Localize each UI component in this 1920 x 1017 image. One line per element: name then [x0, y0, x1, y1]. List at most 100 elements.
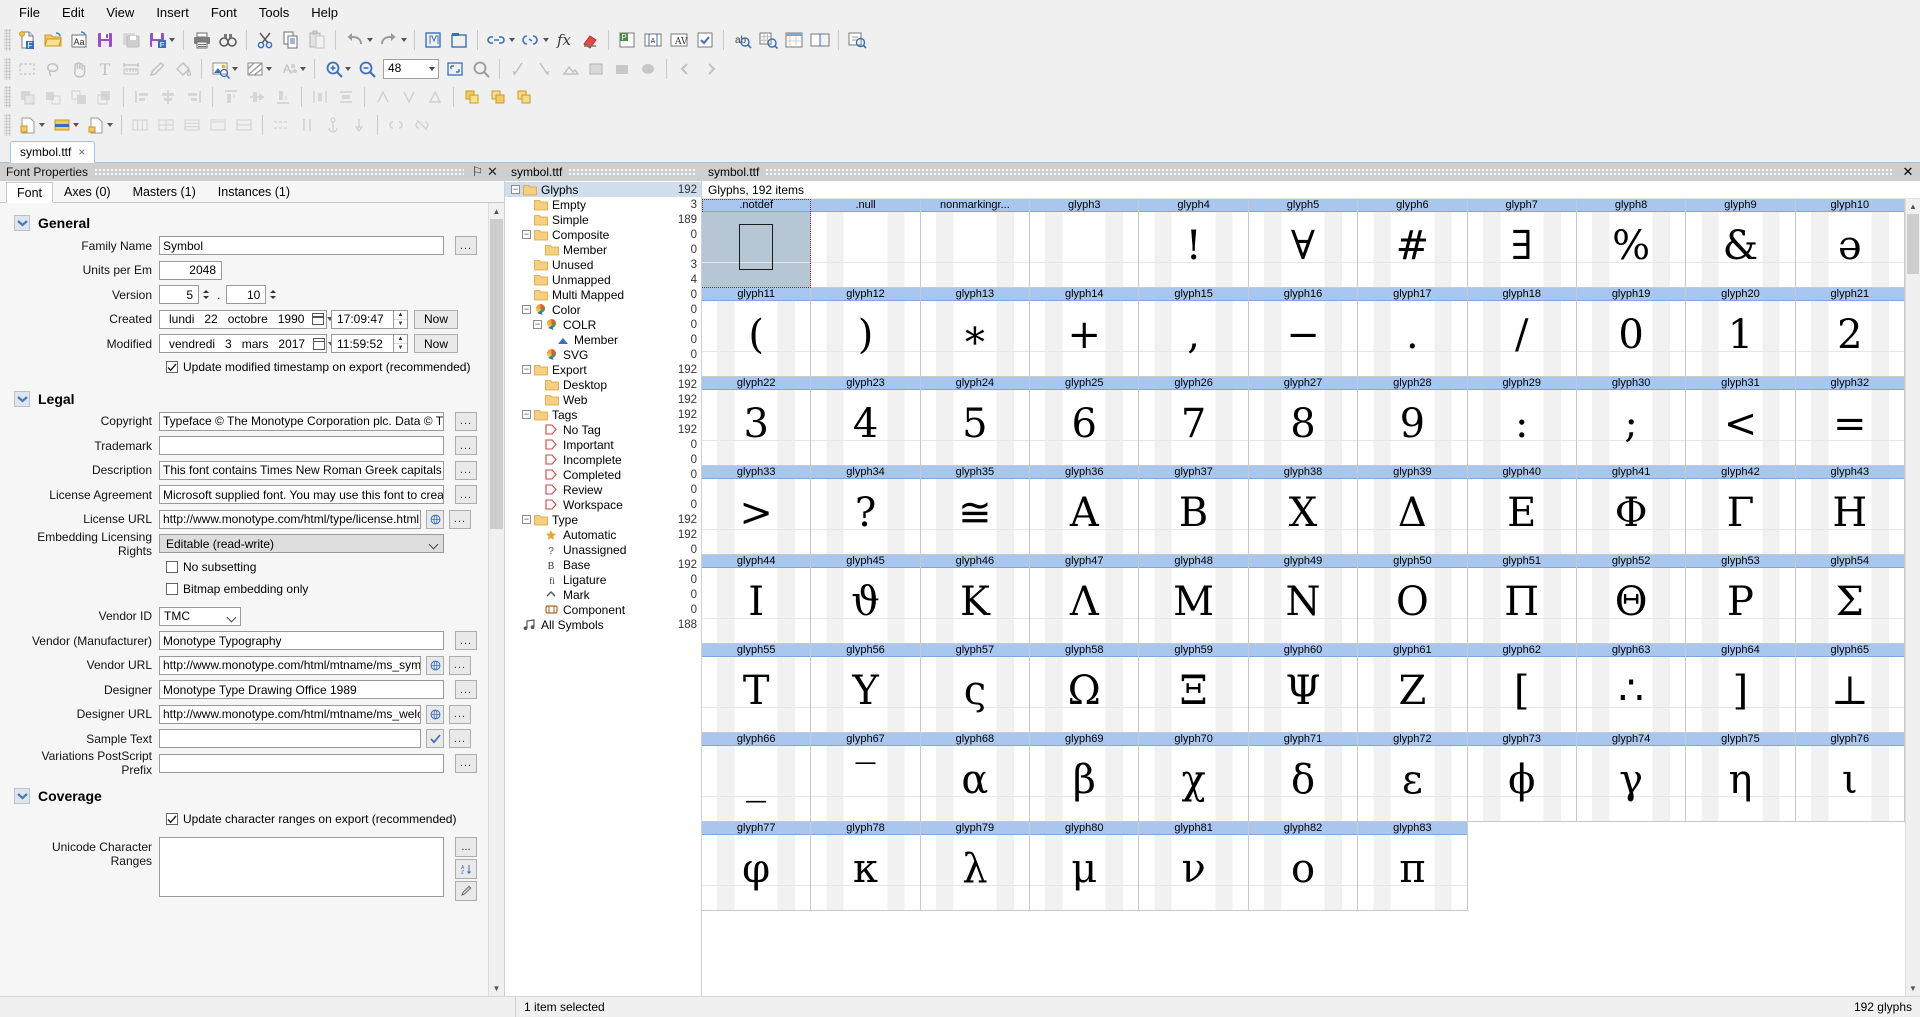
glyph-cell[interactable]: glyph30;: [1576, 377, 1687, 466]
cut-button[interactable]: [252, 28, 278, 52]
scrollbar-thumb[interactable]: [1907, 214, 1919, 274]
glyph-cell[interactable]: glyph12): [811, 288, 921, 377]
menu-item-insert[interactable]: Insert: [145, 2, 200, 23]
no-subsetting-checkbox[interactable]: [166, 561, 178, 573]
glyph-cell[interactable]: glyph79 λ: [920, 822, 1031, 911]
guides-button[interactable]: [268, 113, 294, 137]
pencil-tool[interactable]: [144, 57, 170, 81]
menu-item-help[interactable]: Help: [300, 2, 349, 23]
tree-item-incomplete[interactable]: Incomplete 0: [505, 452, 701, 467]
toolbar-grip[interactable]: [4, 114, 11, 136]
glyph-cell[interactable]: glyph29:: [1467, 377, 1577, 466]
glyph-cell[interactable]: glyph81 ν: [1139, 822, 1249, 911]
pin-icon[interactable]: ⚐: [470, 164, 485, 180]
glyph-preview-area[interactable]: [811, 212, 920, 287]
menu-item-edit[interactable]: Edit: [51, 2, 95, 23]
glyph-preview-area[interactable]: Ω: [1030, 657, 1139, 732]
designer-url-open-button[interactable]: [426, 704, 444, 724]
font-audit-caret-icon[interactable]: [299, 67, 306, 71]
tree-item-unmapped[interactable]: Unmapped 4: [505, 272, 701, 287]
close-icon[interactable]: ×: [78, 145, 85, 159]
compare-fonts-button[interactable]: [807, 28, 833, 52]
anchors-button[interactable]: [320, 113, 346, 137]
glyph-preview-area[interactable]: ∃: [1467, 212, 1576, 287]
glyph-cell[interactable]: glyph18 /: [1467, 288, 1577, 377]
scroll-down-button[interactable]: ▼: [1906, 981, 1920, 996]
version-minor-input[interactable]: 10: [226, 285, 267, 304]
menu-item-file[interactable]: File: [8, 2, 51, 23]
undo-button[interactable]: [341, 28, 375, 52]
glyph-cell[interactable]: glyph83 π: [1358, 822, 1468, 911]
link-kerning-caret-icon[interactable]: [542, 38, 549, 42]
tree-item-simple[interactable]: Simple 189: [505, 212, 701, 227]
table-features-button[interactable]: [205, 113, 231, 137]
eraser-button[interactable]: [577, 28, 603, 52]
glyph-preview-area[interactable]: ο: [1248, 835, 1358, 910]
glyph-preview-area[interactable]: Χ: [1248, 479, 1358, 554]
glyph-preview-area[interactable]: ν: [1139, 835, 1248, 910]
glyph-preview-area[interactable]: β: [1030, 746, 1139, 821]
new-glyph-window-button[interactable]: [420, 28, 446, 52]
glyph-cell[interactable]: glyph43 Η: [1795, 466, 1905, 555]
tree-item-mark[interactable]: Mark 0: [505, 587, 701, 602]
vendor-url-more-button[interactable]: ...: [449, 655, 471, 675]
glyph-preview-area[interactable]: ∗: [920, 301, 1030, 376]
glyph-cell[interactable]: glyph9 &: [1686, 199, 1796, 288]
glyph-preview-area[interactable]: Η: [1795, 479, 1904, 554]
vendor-id-select[interactable]: TMC: [159, 606, 241, 626]
tree-item-unused[interactable]: Unused 3: [505, 257, 701, 272]
link-attach-button[interactable]: [383, 113, 409, 137]
glyph-preview-area[interactable]: 0: [1576, 301, 1686, 376]
glyph-preview-area[interactable]: Ν: [1248, 568, 1358, 643]
glyph-preview-area[interactable]: ): [811, 301, 920, 376]
glyph-preview-area[interactable]: ι: [1795, 746, 1904, 821]
glyph-cell[interactable]: glyph13 ∗: [920, 288, 1031, 377]
section-header-coverage[interactable]: Coverage: [14, 787, 488, 804]
tree-item-all-symbols[interactable]: All Symbols 188: [505, 617, 701, 632]
units-per-em-input[interactable]: 2048: [159, 260, 222, 280]
glyph-cell[interactable]: glyph80 μ: [1030, 822, 1140, 911]
close-icon[interactable]: ✕: [1900, 164, 1916, 180]
tree-item-automatic[interactable]: Automatic 192: [505, 527, 701, 542]
glyph-preview-area[interactable]: >: [702, 479, 811, 554]
intersect-button[interactable]: [511, 85, 537, 109]
collapse-icon[interactable]: −: [522, 365, 531, 374]
glyph-preview-area[interactable]: ∴: [1576, 657, 1686, 732]
tree-item-colr[interactable]: − COLR 0: [505, 317, 701, 332]
glyph-cell[interactable]: glyph55 Τ: [702, 644, 812, 733]
document-tab-symbol-ttf[interactable]: symbol.ttf ×: [10, 141, 96, 163]
glyph-preview-area[interactable]: 7: [1139, 390, 1248, 465]
tree-item-ligature[interactable]: fi Ligature 0: [505, 572, 701, 587]
glyph-cell[interactable]: glyph71 δ: [1248, 733, 1359, 822]
modified-time-spinner[interactable]: ▲ ▼: [394, 334, 408, 353]
glyph-preview-area[interactable]: ə: [1795, 212, 1904, 287]
glyph-cell[interactable]: glyph63 ∴: [1576, 644, 1687, 733]
glyph-cell[interactable]: glyph34?: [811, 466, 921, 555]
audit-button[interactable]: [692, 28, 718, 52]
glyph-cell[interactable]: glyph75 η: [1686, 733, 1796, 822]
license-agreement-input[interactable]: Microsoft supplied font. You may use thi…: [159, 485, 444, 504]
glyph-cell[interactable]: glyph41 Φ: [1576, 466, 1687, 555]
copyright-more-button[interactable]: ...: [455, 411, 477, 431]
glyph-cell[interactable]: glyph27 8: [1248, 377, 1359, 466]
lasso-tool[interactable]: [40, 57, 66, 81]
ellipse-tool[interactable]: [635, 57, 661, 81]
font-info-button[interactable]: ab: [729, 28, 755, 52]
glyph-preview-area[interactable]: ε: [1358, 746, 1467, 821]
tree-item-review[interactable]: Review 0: [505, 482, 701, 497]
marquee-tool[interactable]: [14, 57, 40, 81]
glyph-preview-area[interactable]: [: [1467, 657, 1576, 732]
unicode-ranges-sort-button[interactable]: AZ: [455, 858, 477, 879]
glyph-cell[interactable]: glyph74 γ: [1576, 733, 1687, 822]
properties-vertical-scrollbar[interactable]: ▲ ▼: [488, 203, 504, 996]
version-minor-spinner[interactable]: [268, 285, 278, 304]
font-tree[interactable]: − Glyphs 192 Empty 3 Simple 189− Composite 0 Memb…: [505, 181, 701, 996]
created-now-button[interactable]: Now: [414, 309, 458, 329]
distribute-horizontal-button[interactable]: [307, 85, 333, 109]
open-font-button[interactable]: [40, 28, 66, 52]
glyph-preview-area[interactable]: 1: [1686, 301, 1795, 376]
modified-date-input[interactable]: vendredi 3 mars 2017: [159, 334, 335, 353]
description-more-button[interactable]: ...: [455, 460, 477, 480]
toolbar-grip[interactable]: [4, 29, 11, 51]
paste-button[interactable]: [304, 28, 330, 52]
